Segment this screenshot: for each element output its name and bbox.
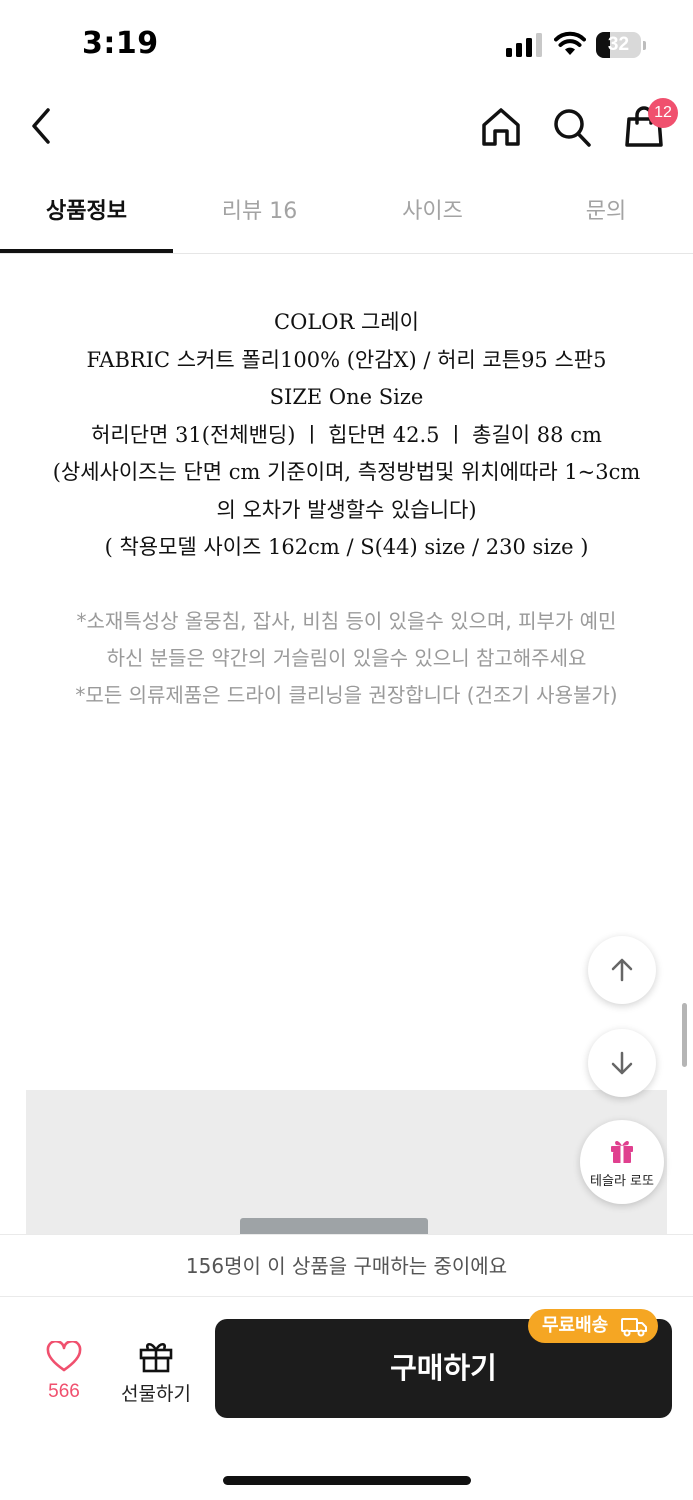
battery-indicator: 32 bbox=[596, 32, 646, 58]
scroll-bottom-button[interactable] bbox=[588, 1029, 656, 1097]
info-color: COLOR 그레이 bbox=[274, 310, 419, 334]
scroll-top-button[interactable] bbox=[588, 936, 656, 1004]
home-indicator bbox=[223, 1476, 471, 1485]
tab-product-info[interactable]: 상품정보 bbox=[0, 178, 173, 254]
home-icon[interactable] bbox=[478, 104, 524, 150]
arrow-down-icon bbox=[611, 1051, 633, 1075]
heart-icon bbox=[46, 1341, 82, 1372]
like-count: 566 bbox=[48, 1381, 80, 1402]
status-time: 3:19 bbox=[82, 26, 159, 61]
buying-now-banner: 156명이 이 상품을 구매하는 중이에요 bbox=[0, 1234, 693, 1297]
tesla-lotto-button[interactable]: 테슬라 로또 bbox=[580, 1120, 664, 1204]
info-size: SIZE One Size bbox=[269, 385, 424, 409]
free-shipping-badge: 무료배송 bbox=[528, 1309, 658, 1343]
info-fabric: FABRIC 스커트 폴리100% (안감X) / 허리 코튼95 스판5 bbox=[86, 347, 607, 372]
product-info: COLOR 그레이 FABRIC 스커트 폴리100% (안감X) / 허리 코… bbox=[0, 304, 693, 567]
care-note-1: *소재특성상 올뭉침, 잡사, 비침 등이 있을수 있으며, 피부가 예민 bbox=[76, 609, 617, 633]
tab-bar: 상품정보 리뷰 16 사이즈 문의 bbox=[0, 178, 693, 254]
top-nav bbox=[0, 90, 693, 170]
active-tab-indicator bbox=[0, 249, 173, 253]
info-measurements: 허리단면 31(전체밴딩) ㅣ 힙단면 42.5 ㅣ 총길이 88 cm bbox=[91, 422, 602, 447]
gift-icon bbox=[611, 1140, 633, 1163]
free-shipping-label: 무료배송 bbox=[542, 1315, 609, 1336]
info-note-2: 의 오차가 발생할수 있습니다) bbox=[216, 497, 477, 522]
gift-icon bbox=[139, 1342, 173, 1373]
tab-inquiry[interactable]: 문의 bbox=[519, 178, 693, 254]
cart-count-badge: 12 bbox=[648, 98, 678, 128]
truck-icon bbox=[621, 1318, 647, 1337]
tesla-lotto-label: 테슬라 로또 bbox=[590, 1174, 654, 1189]
signal-icon bbox=[506, 33, 542, 57]
gift-label: 선물하기 bbox=[121, 1383, 191, 1405]
arrow-up-icon bbox=[611, 958, 633, 982]
gift-button[interactable]: 선물하기 bbox=[112, 1335, 200, 1407]
info-model-size: ( 착용모델 사이즈 162cm / S(44) size / 230 size… bbox=[104, 535, 589, 559]
back-icon[interactable] bbox=[22, 104, 62, 148]
tab-size[interactable]: 사이즈 bbox=[346, 178, 519, 254]
care-note-3: *모든 의류제품은 드라이 클리닝을 권장합니다 (건조기 사용불가) bbox=[75, 683, 618, 707]
product-image bbox=[26, 1090, 667, 1248]
scrollbar[interactable] bbox=[682, 1003, 687, 1067]
info-note-1: (상세사이즈는 단면 cm 기준이며, 측정방법및 위치에따라 1~3cm bbox=[52, 460, 641, 484]
battery-level: 32 bbox=[607, 34, 630, 55]
wifi-icon bbox=[554, 31, 586, 55]
care-note-2: 하신 분들은 약간의 거슬림이 있을수 있으니 참고해주세요 bbox=[106, 646, 587, 670]
like-button[interactable]: 566 bbox=[24, 1337, 104, 1407]
status-bar: 3:19 32 bbox=[0, 0, 693, 90]
care-notes: *소재특성상 올뭉침, 잡사, 비침 등이 있을수 있으며, 피부가 예민 하신… bbox=[0, 603, 693, 714]
search-icon[interactable] bbox=[550, 104, 594, 150]
tab-reviews[interactable]: 리뷰 16 bbox=[173, 178, 346, 254]
